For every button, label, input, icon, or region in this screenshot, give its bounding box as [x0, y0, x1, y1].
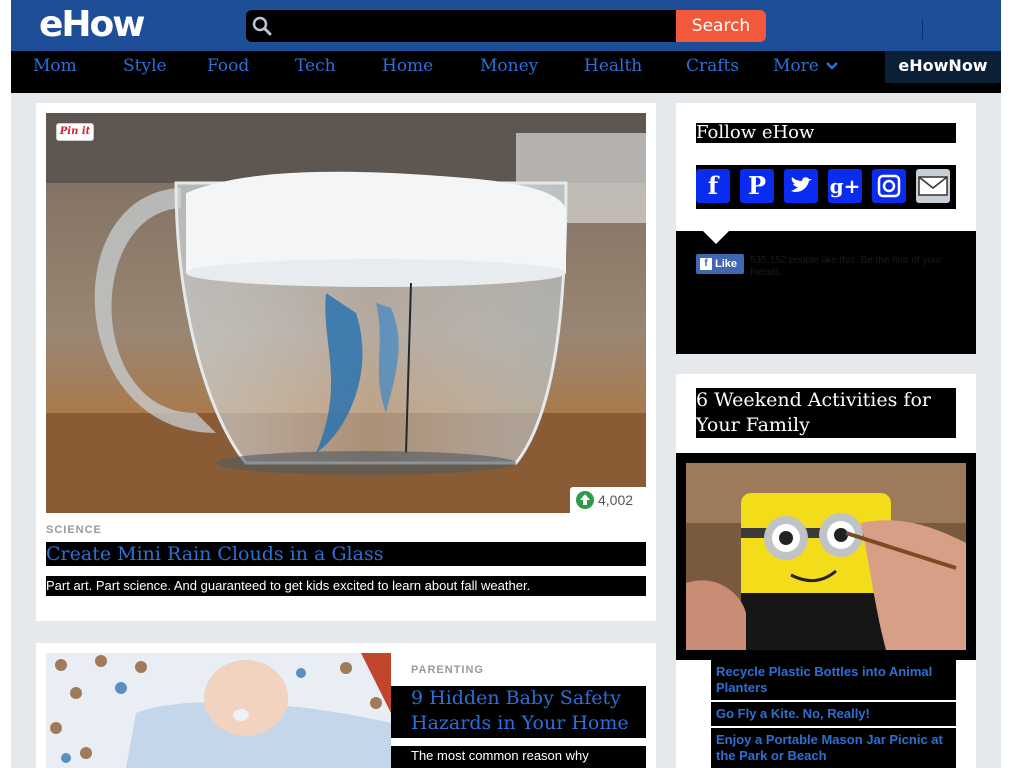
vote-count-value: 4,002 [598, 492, 634, 508]
ehow-logo[interactable]: eHow [39, 4, 146, 45]
facebook-like-button[interactable]: f Like [696, 254, 744, 274]
facebook-icon[interactable]: f [696, 169, 730, 203]
nav-more-label: More [773, 56, 819, 76]
nav-item-crafts[interactable]: Crafts [686, 56, 739, 76]
minion-planter-image [686, 463, 966, 650]
nav-item-home[interactable]: Home [382, 56, 433, 76]
nav-item-tech[interactable]: Tech [295, 56, 336, 76]
auth-divider [922, 19, 923, 39]
pinterest-icon[interactable]: P [740, 169, 774, 203]
nav-item-money[interactable]: Money [480, 56, 538, 76]
weekend-link[interactable]: Go Fly a Kite. No, Really! [711, 702, 956, 726]
facebook-like-count-text: 535,152 people like this. Be the first o… [750, 255, 942, 278]
article-image[interactable] [46, 653, 391, 768]
feature-image[interactable]: Pin it 4,002 [46, 113, 646, 513]
facebook-like-box: f Like 535,152 people like this. Be the f… [676, 230, 976, 354]
article-description: The most common reason why [391, 746, 646, 768]
mail-icon[interactable] [916, 169, 950, 203]
baby-sleeping-image [46, 653, 391, 768]
rain-cloud-glass-image [46, 113, 646, 513]
site-header: eHow Search Sign Up Login [11, 0, 1001, 51]
twitter-icon[interactable] [784, 169, 818, 203]
nav-item-more[interactable]: More [773, 56, 839, 76]
facebook-like-label: Like [715, 258, 738, 270]
weekend-title[interactable]: 6 Weekend Activities for Your Family [696, 388, 956, 438]
feature-category[interactable]: SCIENCE [46, 524, 102, 536]
follow-title: Follow eHow [696, 123, 956, 143]
nav-item-health[interactable]: Health [584, 56, 642, 76]
nav-item-mom[interactable]: Mom [33, 56, 77, 76]
nav-item-food[interactable]: Food [207, 56, 249, 76]
instagram-icon[interactable] [872, 169, 906, 203]
signup-link[interactable]: Sign Up [871, 22, 914, 35]
weekend-image-frame [676, 453, 976, 660]
search-input[interactable] [246, 10, 676, 42]
article-title[interactable]: 9 Hidden Baby Safety Hazards in Your Hom… [391, 686, 646, 738]
feature-card: Pin it 4,002 SCIENCE Create Mini Rain Cl… [36, 103, 656, 621]
main-nav: Mom Style Food Tech Home Money Health Cr… [11, 51, 1001, 83]
search-icon [252, 16, 272, 36]
feature-description: Part art. Part science. And guaranteed t… [46, 576, 646, 596]
googleplus-icon[interactable]: g+ [828, 169, 862, 203]
nav-item-style[interactable]: Style [123, 56, 167, 76]
article-card: PARENTING 9 Hidden Baby Safety Hazards i… [36, 643, 656, 768]
weekend-link[interactable]: Recycle Plastic Bottles into Animal Plan… [711, 660, 956, 700]
feature-title[interactable]: Create Mini Rain Clouds in a Glass [46, 542, 646, 566]
pin-it-button[interactable]: Pin it [56, 123, 94, 141]
search-button[interactable]: Search [676, 10, 766, 42]
login-link[interactable]: Login [933, 22, 963, 35]
weekend-image[interactable] [686, 463, 966, 650]
vote-count[interactable]: 4,002 [570, 487, 646, 513]
weekend-links: Recycle Plastic Bottles into Animal Plan… [711, 660, 956, 768]
subnav-bar [11, 83, 1001, 93]
weekend-card: 6 Weekend Activities for Your Family Rec… [676, 374, 976, 768]
callout-notch [702, 230, 730, 244]
chevron-down-icon [825, 62, 838, 70]
follow-card: Follow eHow f P g+ [676, 103, 976, 231]
article-category[interactable]: PARENTING [411, 664, 484, 676]
facebook-f-icon: f [700, 258, 712, 271]
upvote-icon [576, 491, 594, 509]
social-icons: f P g+ [696, 165, 956, 209]
weekend-link[interactable]: Enjoy a Portable Mason Jar Picnic at the… [711, 728, 956, 768]
ehownow-button[interactable]: eHowNow [885, 51, 1001, 83]
